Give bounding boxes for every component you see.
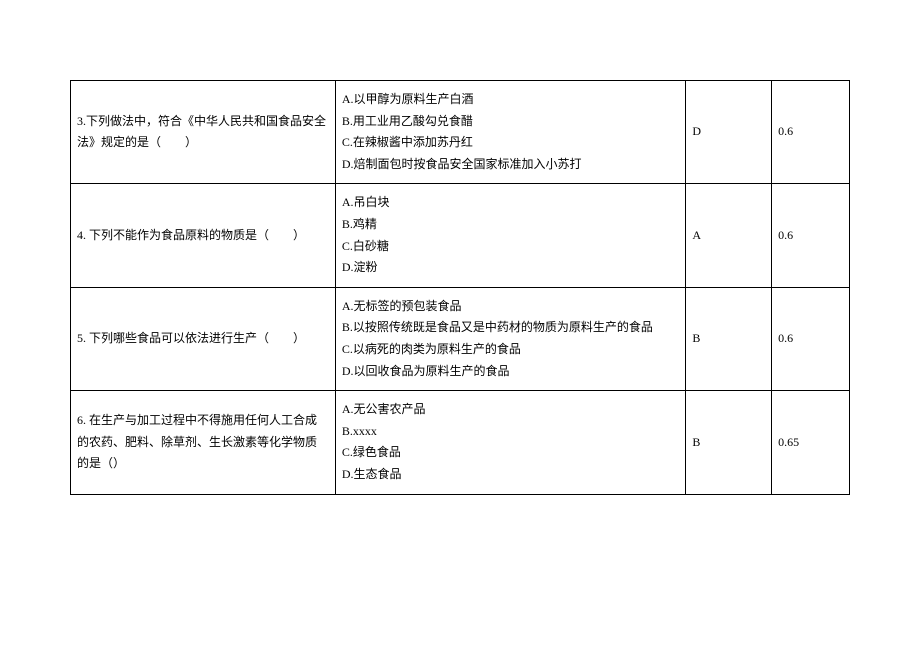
option-b: B.鸡精	[342, 214, 680, 236]
options-cell: A.无标签的预包装食品 B.以按照传统既是食品又是中药材的物质为原料生产的食品 …	[335, 287, 686, 390]
option-a: A.无公害农产品	[342, 399, 680, 421]
options-cell: A.吊白块 B.鸡精 C.白砂糖 D.淀粉	[335, 184, 686, 287]
options-cell: A.无公害农产品 B.xxxx C.绿色食品 D.生态食品	[335, 391, 686, 494]
answer-cell: A	[686, 184, 772, 287]
option-d: D.淀粉	[342, 257, 680, 279]
score-cell: 0.6	[772, 287, 850, 390]
option-a: A.以甲醇为原料生产白酒	[342, 89, 680, 111]
answer-cell: B	[686, 287, 772, 390]
answer-cell: B	[686, 391, 772, 494]
table-row: 5. 下列哪些食品可以依法进行生产（ ） A.无标签的预包装食品 B.以按照传统…	[71, 287, 850, 390]
table-row: 6. 在生产与加工过程中不得施用任何人工合成的农药、肥料、除草剂、生长激素等化学…	[71, 391, 850, 494]
option-b: B.以按照传统既是食品又是中药材的物质为原料生产的食品	[342, 317, 680, 339]
table-row: 4. 下列不能作为食品原料的物质是（ ） A.吊白块 B.鸡精 C.白砂糖 D.…	[71, 184, 850, 287]
score-cell: 0.6	[772, 81, 850, 184]
question-cell: 3.下列做法中，符合《中华人民共和国食品安全法》规定的是（ ）	[71, 81, 336, 184]
option-d: D.生态食品	[342, 464, 680, 486]
options-cell: A.以甲醇为原料生产白酒 B.用工业用乙酸勾兑食醋 C.在辣椒酱中添加苏丹红 D…	[335, 81, 686, 184]
option-b: B.用工业用乙酸勾兑食醋	[342, 111, 680, 133]
answer-cell: D	[686, 81, 772, 184]
option-b: B.xxxx	[342, 421, 680, 443]
option-a: A.无标签的预包装食品	[342, 296, 680, 318]
score-cell: 0.65	[772, 391, 850, 494]
question-cell: 5. 下列哪些食品可以依法进行生产（ ）	[71, 287, 336, 390]
option-c: C.以病死的肉类为原料生产的食品	[342, 339, 680, 361]
table-row: 3.下列做法中，符合《中华人民共和国食品安全法》规定的是（ ） A.以甲醇为原料…	[71, 81, 850, 184]
option-d: D.以回收食品为原料生产的食品	[342, 361, 680, 383]
option-c: C.绿色食品	[342, 442, 680, 464]
option-a: A.吊白块	[342, 192, 680, 214]
option-d: D.焙制面包时按食品安全国家标准加入小苏打	[342, 154, 680, 176]
question-cell: 6. 在生产与加工过程中不得施用任何人工合成的农药、肥料、除草剂、生长激素等化学…	[71, 391, 336, 494]
score-cell: 0.6	[772, 184, 850, 287]
question-table: 3.下列做法中，符合《中华人民共和国食品安全法》规定的是（ ） A.以甲醇为原料…	[70, 80, 850, 495]
option-c: C.白砂糖	[342, 236, 680, 258]
question-cell: 4. 下列不能作为食品原料的物质是（ ）	[71, 184, 336, 287]
option-c: C.在辣椒酱中添加苏丹红	[342, 132, 680, 154]
